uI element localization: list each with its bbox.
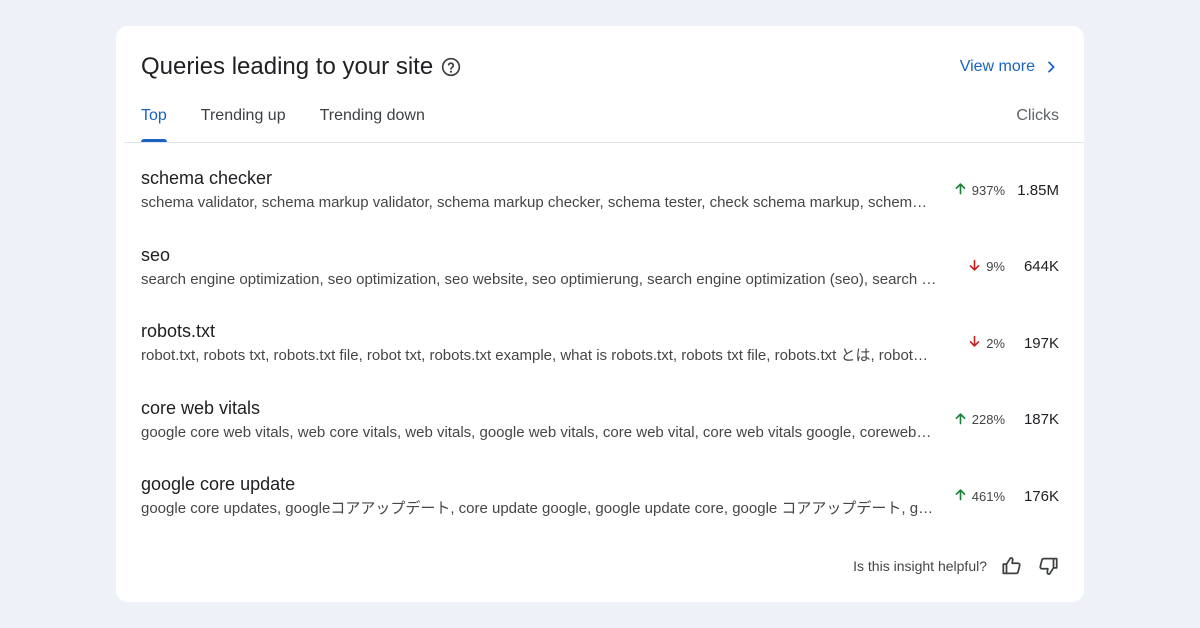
tab-top[interactable]: Top: [141, 106, 167, 142]
row-metrics: 228% 187K: [953, 408, 1059, 432]
arrow-down-icon: [967, 258, 982, 276]
related-queries: schema validator, schema markup validato…: [141, 194, 928, 211]
clicks-column-header: Clicks: [1016, 107, 1059, 124]
clicks-value: 187K: [1023, 411, 1059, 428]
change-percent: 2%: [986, 335, 1005, 351]
query-row[interactable]: robots.txt robot.txt, robots txt, robots…: [141, 319, 1059, 396]
thumbs-down-icon[interactable]: [1037, 555, 1059, 577]
query-row[interactable]: core web vitals google core web vitals, …: [141, 396, 1059, 473]
query-text: robots.txt: [141, 321, 216, 341]
tab-bar: Top Trending up Trending down: [141, 106, 459, 142]
clicks-value: 197K: [1023, 334, 1059, 352]
arrow-down-icon: [967, 334, 982, 352]
arrow-up-icon: [953, 487, 968, 505]
help-icon[interactable]: [441, 57, 461, 77]
trend-indicator: 461%: [953, 487, 1005, 505]
view-more-label: View more: [959, 58, 1035, 75]
arrow-up-icon: [953, 411, 968, 429]
feedback-bar: Is this insight helpful?: [853, 554, 1059, 578]
query-list: schema checker schema validator, schema …: [141, 166, 1059, 549]
row-metrics: 2% 197K: [967, 331, 1059, 355]
clicks-value: 1.85M: [1017, 181, 1059, 199]
query-text: schema checker: [141, 168, 273, 188]
query-text: seo: [141, 244, 171, 265]
query-row[interactable]: schema checker schema validator, schema …: [141, 166, 1059, 243]
trend-indicator: 228%: [953, 411, 1005, 429]
clicks-value: 644K: [1023, 258, 1059, 275]
view-more-link[interactable]: View more: [960, 56, 1059, 78]
related-queries: google core web vitals, web core vitals,…: [141, 423, 932, 441]
trend-indicator: 9%: [967, 258, 1005, 276]
related-queries: google core updates, googleコアアップデート, cor…: [141, 500, 934, 517]
related-queries: robot.txt, robots txt, robots.txt file, …: [141, 347, 928, 364]
trend-indicator: 2%: [967, 334, 1005, 352]
clicks-value: 176K: [1023, 487, 1059, 505]
card-title: Queries leading to your site: [141, 53, 434, 80]
trend-indicator: 937%: [953, 181, 1005, 199]
query-text: core web vitals: [141, 397, 261, 418]
change-percent: 9%: [986, 259, 1005, 274]
divider: [124, 142, 1084, 143]
arrow-up-icon: [953, 181, 968, 199]
feedback-question: Is this insight helpful?: [853, 558, 987, 574]
row-metrics: 937% 1.85M: [953, 178, 1059, 202]
chevron-right-icon: [1048, 61, 1055, 73]
query-text: google core update: [141, 474, 296, 494]
tab-trending-down[interactable]: Trending down: [320, 106, 425, 142]
change-percent: 461%: [971, 488, 1005, 504]
change-percent: 228%: [971, 412, 1005, 427]
row-metrics: 461% 176K: [953, 484, 1059, 508]
row-metrics: 9% 644K: [967, 255, 1059, 279]
tab-trending-up[interactable]: Trending up: [201, 106, 286, 142]
card-header: Queries leading to your site View more: [141, 52, 1059, 82]
query-row[interactable]: seo search engine optimization, seo opti…: [141, 243, 1059, 320]
related-queries: search engine optimization, seo optimiza…: [141, 270, 937, 288]
queries-card: Queries leading to your site View more T…: [116, 26, 1084, 602]
change-percent: 937%: [971, 182, 1005, 198]
query-row[interactable]: google core update google core updates, …: [141, 472, 1059, 549]
thumbs-up-icon[interactable]: [1001, 555, 1023, 577]
